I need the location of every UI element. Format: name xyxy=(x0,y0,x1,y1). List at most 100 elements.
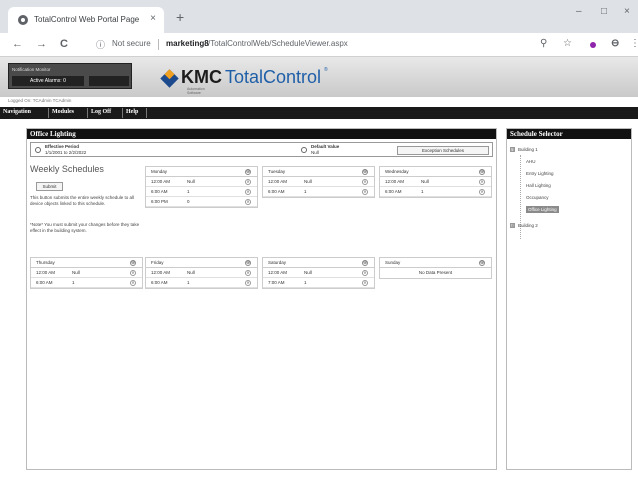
zoom-icon[interactable]: ⚲ xyxy=(540,38,547,49)
entry-value: 1 xyxy=(304,189,307,194)
entry-value: Null xyxy=(187,179,195,184)
day-saturday: Saturday ⊕ 12:00 AM Null ✕ 7:00 AM 1 ✕ xyxy=(262,257,375,289)
remove-entry-icon[interactable]: ✕ xyxy=(362,270,368,276)
schedule-entry[interactable]: 12:00 AM Null ✕ xyxy=(31,268,142,278)
expand-icon[interactable]: ⊞ xyxy=(510,223,515,229)
effective-period-icon[interactable] xyxy=(35,147,41,153)
entry-time: 6:00 AM xyxy=(268,189,285,194)
tree-item-ahu[interactable]: AHU xyxy=(526,159,536,164)
tree-item-occupancy[interactable]: Occupancy xyxy=(526,195,549,200)
logo-kmc-text: KMC xyxy=(181,67,222,87)
maximize-icon[interactable]: □ xyxy=(601,6,607,17)
info-icon[interactable]: ⓘ xyxy=(96,38,105,51)
menu-log-off[interactable]: Log Off xyxy=(91,109,111,115)
remove-entry-icon[interactable]: ✕ xyxy=(479,179,485,185)
tree-item-office-lighting[interactable]: Office Lighting xyxy=(526,206,559,213)
default-value: Null xyxy=(311,150,319,155)
day-monday: Monday ⊕ 12:00 AM Null ✕ 6:00 AM 1 ✕ 6:00 PM 0… xyxy=(145,166,258,208)
day-name: Tuesday xyxy=(268,169,286,174)
day-name: Friday xyxy=(151,260,164,265)
schedule-entry[interactable]: 12:00 AM Null ✕ xyxy=(146,177,257,187)
entry-time: 6:00 PM xyxy=(151,199,168,204)
remove-entry-icon[interactable]: ✕ xyxy=(245,270,251,276)
schedule-entry[interactable]: 6:00 AM 1 ✕ xyxy=(263,187,374,197)
logo-totalcontrol-text: TotalControl xyxy=(225,67,322,87)
remove-entry-icon[interactable]: ✕ xyxy=(362,280,368,286)
schedule-entry[interactable]: 12:00 AM Null ✕ xyxy=(263,268,374,278)
browser-tab[interactable]: TotalControl Web Portal Page × xyxy=(8,7,164,33)
day-name: Saturday xyxy=(268,260,287,265)
tree-building-2[interactable]: ⊞ Building 2 xyxy=(510,223,538,229)
schedule-panel: Office Lighting Effective Period 1/1/200… xyxy=(26,128,497,470)
reload-icon[interactable]: C xyxy=(60,38,68,50)
menu-help[interactable]: Help xyxy=(126,109,138,115)
collapse-icon[interactable]: ⊟ xyxy=(510,147,515,153)
menu-divider xyxy=(48,108,49,118)
url-host: marketing8 xyxy=(166,39,209,48)
url-input[interactable]: ⓘ Not secure marketing8 /TotalControlWeb… xyxy=(96,36,564,54)
window-close-icon[interactable]: × xyxy=(624,6,630,17)
browser-tab-bar: TotalControl Web Portal Page × + – □ × xyxy=(0,0,638,33)
schedule-entry[interactable]: 6:00 PM 0 ✕ xyxy=(146,197,257,207)
remove-entry-icon[interactable]: ✕ xyxy=(245,199,251,205)
add-entry-icon[interactable]: ⊕ xyxy=(130,260,136,266)
browser-menu-icon[interactable]: ⋮ xyxy=(630,38,638,49)
logo-registered: ® xyxy=(324,67,328,73)
add-entry-icon[interactable]: ⊕ xyxy=(479,260,485,266)
new-tab-icon[interactable]: + xyxy=(176,9,184,25)
schedule-entry[interactable]: 6:00 AM 1 ✕ xyxy=(380,187,491,197)
day-name: Thursday xyxy=(36,260,55,265)
remove-entry-icon[interactable]: ✕ xyxy=(362,179,368,185)
schedule-entry[interactable]: 12:00 AM Null ✕ xyxy=(380,177,491,187)
remove-entry-icon[interactable]: ✕ xyxy=(130,270,136,276)
entry-time: 12:00 AM xyxy=(385,179,405,184)
remove-entry-icon[interactable]: ✕ xyxy=(245,179,251,185)
entry-time: 6:00 AM xyxy=(151,280,168,285)
menu-divider xyxy=(87,108,88,118)
tree-item-hall-lighting[interactable]: Hall Lighting xyxy=(526,183,551,188)
tree-building-1[interactable]: ⊟ Building 1 xyxy=(510,147,538,153)
add-entry-icon[interactable]: ⊕ xyxy=(245,260,251,266)
remove-entry-icon[interactable]: ✕ xyxy=(245,280,251,286)
entry-value: 1 xyxy=(304,280,307,285)
forward-icon[interactable]: → xyxy=(36,38,47,50)
tab-close-icon[interactable]: × xyxy=(150,13,156,24)
schedule-entry[interactable]: 6:00 AM 1 ✕ xyxy=(146,278,257,288)
account-icon[interactable]: ⊖ xyxy=(611,38,619,49)
security-status: Not secure xyxy=(112,39,151,48)
tree-building-1-label: Building 1 xyxy=(518,147,538,152)
minimize-icon[interactable]: – xyxy=(576,6,582,17)
tree-item-entry-lighting[interactable]: Entry Lighting xyxy=(526,171,554,176)
entry-value: Null xyxy=(304,270,312,275)
submit-button[interactable]: Submit xyxy=(36,182,63,191)
schedule-entry[interactable]: 7:00 AM 1 ✕ xyxy=(263,278,374,288)
extension-icon[interactable] xyxy=(590,42,596,48)
schedule-entry[interactable]: 6:00 AM 1 ✕ xyxy=(146,187,257,197)
schedule-entry[interactable]: 12:00 AM Null ✕ xyxy=(263,177,374,187)
back-icon[interactable]: ← xyxy=(12,38,23,50)
add-entry-icon[interactable]: ⊕ xyxy=(245,169,251,175)
notification-monitor[interactable]: Notification Monitor Active Alarms: 0 xyxy=(8,63,132,89)
entry-value: Null xyxy=(187,270,195,275)
schedule-entry[interactable]: 6:00 AM 1 ✕ xyxy=(31,278,142,288)
remove-entry-icon[interactable]: ✕ xyxy=(479,189,485,195)
remove-entry-icon[interactable]: ✕ xyxy=(362,189,368,195)
menu-navigation[interactable]: Navigation xyxy=(3,109,31,115)
default-value-label: Default Value xyxy=(311,144,340,149)
exception-schedules-button[interactable]: Exception Schedules xyxy=(397,146,489,155)
add-entry-icon[interactable]: ⊕ xyxy=(362,169,368,175)
default-value-icon[interactable] xyxy=(301,147,307,153)
effective-period-bar: Effective Period 1/1/2001 to 2/2/2022 De… xyxy=(30,142,493,157)
add-entry-icon[interactable]: ⊕ xyxy=(479,169,485,175)
menu-bar: Navigation Modules Log Off Help xyxy=(0,107,638,119)
entry-time: 6:00 AM xyxy=(385,189,402,194)
schedule-entry[interactable]: 12:00 AM Null ✕ xyxy=(146,268,257,278)
remove-entry-icon[interactable]: ✕ xyxy=(245,189,251,195)
add-entry-icon[interactable]: ⊕ xyxy=(362,260,368,266)
bookmark-star-icon[interactable]: ☆ xyxy=(563,38,572,49)
active-alarms[interactable]: Active Alarms: 0 xyxy=(12,76,84,86)
remove-entry-icon[interactable]: ✕ xyxy=(130,280,136,286)
entry-time: 12:00 AM xyxy=(268,270,288,275)
panel-title: Office Lighting xyxy=(27,129,496,139)
menu-modules[interactable]: Modules xyxy=(52,109,74,115)
